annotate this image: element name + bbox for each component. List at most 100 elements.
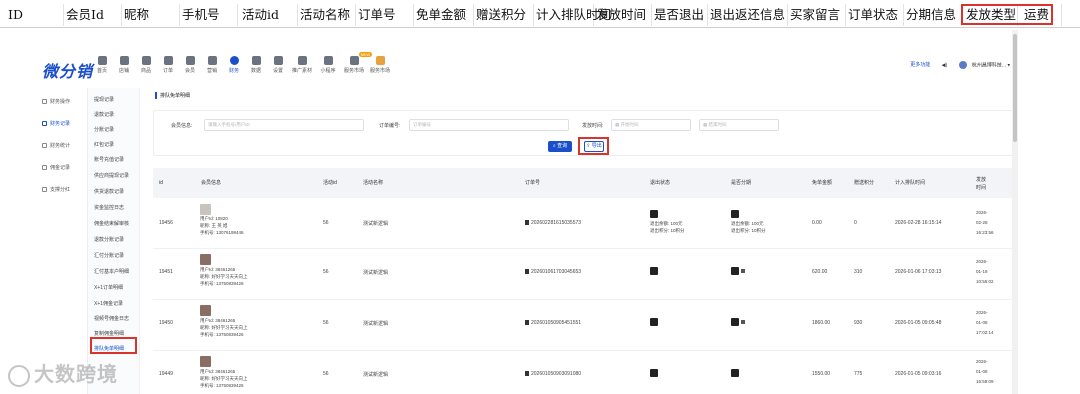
cell-id: 19449 (159, 371, 173, 377)
col-grant-time: 发放时间 (976, 177, 987, 191)
app-logo[interactable]: 微分销 (42, 58, 93, 82)
sheet-col-grant-time[interactable]: 发放时间 (594, 4, 652, 26)
submenu-item[interactable]: 供应商提现记录 (94, 172, 129, 179)
submenu-item[interactable]: 视频号佣金日志 (94, 315, 129, 322)
cell-phone: 手机号: 13750839426 (200, 281, 244, 286)
submenu-item[interactable]: 资金监控日志 (94, 204, 124, 211)
submenu-item[interactable]: 供货退款记录 (94, 188, 124, 195)
home-icon (97, 56, 107, 65)
cell-nick: 昵称: 好好学习天天向上 (200, 376, 248, 381)
nav-promo[interactable]: 推广素材 (290, 54, 314, 74)
submenu-item[interactable]: 分账记录 (94, 126, 114, 133)
cell-activity-name: 测试新逻辑 (363, 221, 389, 227)
order-input[interactable]: 订单编号 (409, 119, 569, 131)
cell-activity-id: 56 (323, 220, 329, 226)
col-order: 订单号 (525, 180, 541, 186)
sidebar-item-finance-ops[interactable]: 财务操作 (42, 98, 70, 105)
installment-icon (731, 210, 739, 218)
submenu-item[interactable]: X+1订单明细 (94, 284, 123, 291)
cell-grant-day: 01-08 (976, 369, 988, 374)
submenu-item[interactable]: 汇付基本户明细 (94, 268, 129, 275)
nav-settings[interactable]: 设置 (266, 54, 290, 74)
end-time-input[interactable]: ▦ 结束时间 (699, 119, 779, 131)
exit-status-icon (650, 267, 658, 275)
sheet-col-member-id[interactable]: 会员Id (64, 4, 122, 26)
sheet-col-bonus-points[interactable]: 赠送积分 (474, 4, 534, 26)
scrollbar-thumb[interactable] (1013, 34, 1017, 142)
submenu-item[interactable]: X+1佣金记录 (94, 300, 123, 307)
installment-icon (731, 267, 739, 275)
nav-miniapp[interactable]: 小程序 (316, 54, 340, 74)
gear-icon (273, 56, 283, 65)
nav-market[interactable]: 服务市场 (368, 54, 392, 74)
sheet-col-order-no[interactable]: 订单号 (356, 4, 414, 26)
document-icon (525, 320, 529, 326)
cell-order[interactable]: 202601050905451551 (525, 320, 581, 326)
nav-shop[interactable]: 店铺 (112, 54, 136, 74)
sidebar-item-finance-records[interactable]: 财务记录 (42, 120, 70, 127)
cell-order[interactable]: 202602281615035573 (525, 220, 581, 226)
nav-members[interactable]: 会员 (178, 54, 202, 74)
nav-marketing[interactable]: 营销 (200, 54, 224, 74)
cell-grant-date: 2026- (976, 259, 988, 264)
sidebar-item-finance-stats[interactable]: 财务统计 (42, 142, 70, 149)
sheet-col-nickname[interactable]: 昵称 (122, 4, 180, 26)
data-icon (251, 56, 261, 65)
sound-icon[interactable]: ◀) (942, 62, 948, 68)
header-right: 更多功能 ◀) 杭州昌博科技... ▾ (910, 61, 1010, 69)
members-icon (185, 56, 195, 65)
sheet-col-id[interactable]: ID (6, 4, 64, 26)
cell-order[interactable]: 202601050903091080 (525, 371, 581, 377)
avatar[interactable] (958, 61, 967, 69)
sheet-col-free-amount[interactable]: 免单金额 (414, 4, 474, 26)
col-exit-status: 退出状态 (650, 180, 671, 186)
nav-orders[interactable]: 订单 (156, 54, 180, 74)
submenu-item[interactable]: 复制佣金明细 (94, 330, 124, 337)
table-row: 19449 用户Id: 38461265 昵称: 好好学习天天向上 手机号: 1… (153, 351, 1015, 394)
submenu-item[interactable]: 退款分账记录 (94, 236, 124, 243)
nav-goods[interactable]: 商品 (134, 54, 158, 74)
export-highlight-box (578, 137, 609, 155)
sidebar-item-commission[interactable]: 佣金记录 (42, 164, 70, 171)
sheet-col-queue-time[interactable]: 计入排队时间 (534, 4, 611, 26)
more-features-link[interactable]: 更多功能 (910, 62, 930, 68)
cell-activity-id: 56 (323, 371, 329, 377)
nav-home[interactable]: 首页 (90, 54, 114, 74)
sheet-col-phone[interactable]: 手机号 (180, 4, 238, 26)
cell-id: 19450 (159, 320, 173, 326)
cell-order[interactable]: 202601061703045653 (525, 269, 581, 275)
submenu-item[interactable]: 账号充值记录 (94, 156, 124, 163)
submenu-item[interactable]: 红包记录 (94, 141, 114, 148)
nav-service[interactable]: 服务市场 NEW (342, 52, 372, 74)
submenu-item[interactable]: 提现记录 (94, 96, 114, 103)
cell-activity-name: 测试新逻辑 (363, 372, 389, 378)
sheet-col-buyer-msg[interactable]: 买家留言 (788, 4, 846, 26)
sidebar-item-dividend[interactable]: 支撑分红 (42, 186, 70, 193)
finance-ops-icon (42, 99, 47, 105)
table-row: 19451 用户Id: 38461265 昵称: 好好学习天天向上 手机号: 1… (153, 249, 1015, 300)
sheet-col-installment[interactable]: 分期信息 (904, 4, 962, 26)
installment-detail-icon[interactable] (741, 320, 745, 324)
shop-name[interactable]: 杭州昌博科技... (972, 62, 1006, 68)
cell-phone: 手机号: 13076198446 (200, 230, 244, 235)
sheet-col-activity-id[interactable]: 活动id (240, 4, 298, 26)
sheet-col-order-status[interactable]: 订单状态 (846, 4, 904, 26)
member-avatar (200, 204, 211, 215)
sheet-col-exit-return[interactable]: 退出返还信息 (708, 4, 788, 26)
chevron-down-icon[interactable]: ▾ (1007, 62, 1010, 68)
nav-data[interactable]: 数据 (244, 54, 268, 74)
sheet-col-is-exit[interactable]: 是否退出 (652, 4, 708, 26)
installment-detail-icon[interactable] (741, 269, 745, 273)
start-time-input[interactable]: ▦ 开始时间 (611, 119, 691, 131)
nav-finance[interactable]: 财务 (222, 54, 246, 74)
submenu-item[interactable]: 汇付分账记录 (94, 252, 124, 259)
col-member: 会员信息 (201, 180, 222, 186)
goods-icon (141, 56, 151, 65)
member-input[interactable]: 请输入手机号/用户ID (204, 119, 364, 131)
cell-exit-points: 退出积分: 10积分 (650, 228, 685, 233)
submenu-item[interactable]: 退款记录 (94, 111, 114, 118)
search-button[interactable]: ⌕ 查询 (548, 141, 572, 152)
sheet-col-activity-name[interactable]: 活动名称 (298, 4, 356, 26)
submenu-item[interactable]: 佣金结束解审核 (94, 220, 129, 227)
sheet-highlight-box (961, 4, 1053, 25)
